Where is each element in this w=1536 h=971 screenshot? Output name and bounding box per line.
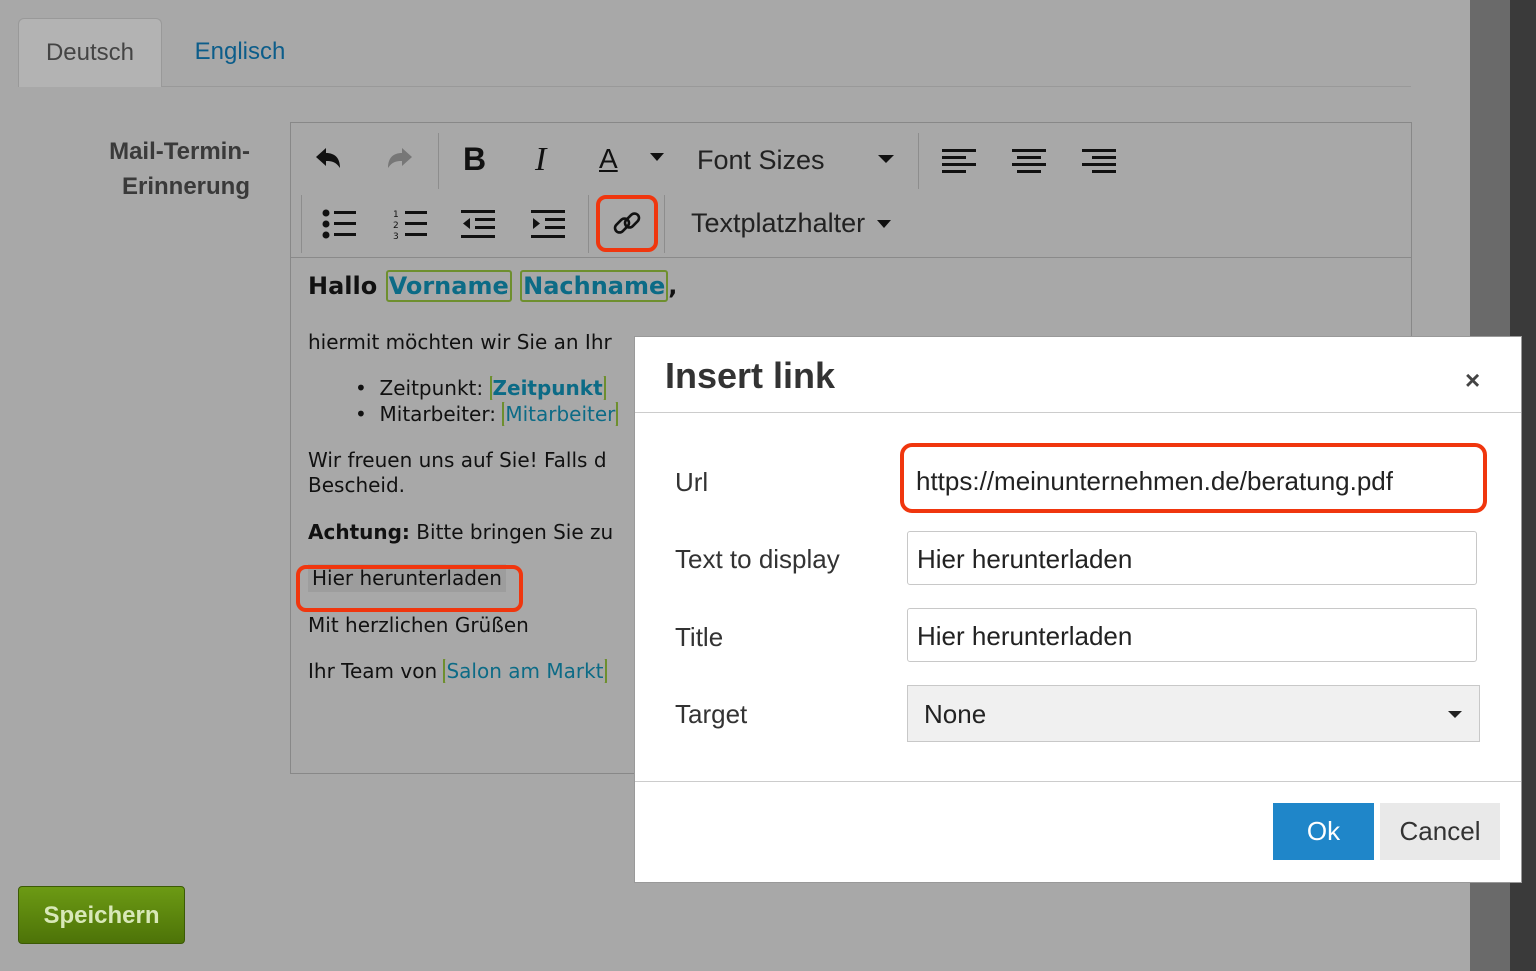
- bullet-list-icon[interactable]: [322, 209, 356, 239]
- chevron-down-icon[interactable]: [877, 153, 895, 165]
- save-button[interactable]: Speichern: [18, 886, 185, 944]
- placeholder-zeitpunkt[interactable]: Zeitpunkt: [489, 376, 606, 400]
- warning-label: Achtung:: [308, 520, 410, 544]
- greeting-comma: ,: [668, 272, 678, 300]
- text-color-button[interactable]: A: [599, 143, 618, 175]
- list-item: • Mitarbeiter: Mitarbeiter: [355, 402, 635, 426]
- url-label: Url: [675, 467, 709, 497]
- tab-deutsch[interactable]: Deutsch: [18, 18, 162, 87]
- warning-text: Bitte bringen Sie zu: [416, 520, 614, 544]
- italic-button[interactable]: I: [535, 141, 546, 179]
- chevron-down-icon[interactable]: [649, 151, 665, 163]
- align-left-icon[interactable]: [942, 147, 976, 175]
- field-label-line2: Erinnerung: [121, 173, 250, 200]
- placeholder-salon[interactable]: Salon am Markt: [443, 659, 607, 683]
- warning-line: Achtung: Bitte bringen Sie zu: [308, 520, 633, 544]
- align-center-icon[interactable]: [1012, 147, 1046, 175]
- insert-link-dialog: Insert link × Url https://meinunternehme…: [634, 336, 1522, 883]
- bold-button[interactable]: B: [463, 141, 486, 178]
- placeholder-menu[interactable]: Textplatzhalter: [691, 208, 865, 239]
- ok-button[interactable]: Ok: [1273, 803, 1374, 860]
- dialog-header: Insert link ×: [635, 337, 1521, 413]
- chevron-down-icon: [1447, 686, 1463, 763]
- bullet-label: Mitarbeiter:: [379, 402, 496, 426]
- intro-text: hiermit möchten wir Sie an Ihr: [308, 330, 612, 354]
- title-field[interactable]: Hier herunterladen: [907, 608, 1477, 662]
- toolbar-separator: [438, 133, 439, 189]
- outdent-icon[interactable]: [461, 209, 495, 239]
- dialog-title: Insert link: [665, 355, 836, 396]
- toolbar-separator: [664, 195, 665, 253]
- bullet-icon: •: [355, 402, 367, 426]
- bullet-icon: •: [355, 376, 367, 400]
- field-label: Mail-Termin- Erinnerung: [60, 134, 250, 204]
- close-icon[interactable]: ×: [1465, 365, 1480, 396]
- toolbar-separator: [918, 133, 919, 189]
- tab-englisch[interactable]: Englisch: [170, 18, 310, 86]
- greeting-text: Hallo: [308, 272, 378, 300]
- toolbar-separator: [301, 195, 302, 253]
- closing-text: Mit herzlichen Grüßen: [308, 613, 529, 637]
- language-tabs: Deutsch Englisch: [18, 18, 1411, 87]
- font-sizes-label[interactable]: Font Sizes: [697, 145, 825, 176]
- toolbar-separator: [588, 195, 589, 253]
- target-value: None: [924, 699, 987, 729]
- text-to-display-label: Text to display: [675, 544, 840, 574]
- target-label: Target: [675, 699, 748, 729]
- redo-icon[interactable]: [385, 145, 415, 175]
- highlight-box: [296, 565, 523, 612]
- team-prefix: Ihr Team von: [308, 659, 438, 683]
- paragraph-line: Bescheid.: [308, 473, 406, 497]
- undo-icon[interactable]: [313, 145, 343, 175]
- placeholder-first-name[interactable]: Vorname: [385, 270, 512, 302]
- highlight-box: [596, 195, 658, 252]
- paragraph-line: Wir freuen uns auf Sie! Falls d: [308, 448, 607, 472]
- editor-toolbar: B I A Font Sizes 123 Textplatzhalter: [291, 123, 1411, 258]
- svg-text:1: 1: [393, 210, 399, 220]
- bullet-label: Zeitpunkt:: [379, 376, 484, 400]
- chevron-down-icon[interactable]: [876, 218, 892, 230]
- numbered-list-icon[interactable]: 123: [393, 209, 427, 239]
- text-to-display-field[interactable]: Hier herunterladen: [907, 531, 1477, 585]
- svg-text:2: 2: [393, 221, 399, 231]
- field-label-line1: Mail-Termin-: [109, 138, 250, 165]
- greeting-line: Hallo Vorname Nachname,: [308, 270, 678, 302]
- placeholder-last-name[interactable]: Nachname: [520, 270, 669, 302]
- team-line: Ihr Team von Salon am Markt: [308, 659, 633, 683]
- title-label: Title: [675, 622, 724, 652]
- indent-icon[interactable]: [531, 209, 565, 239]
- target-select[interactable]: None: [907, 685, 1480, 742]
- svg-text:3: 3: [393, 232, 399, 239]
- highlight-box: [900, 443, 1487, 513]
- list-item: • Zeitpunkt: Zeitpunkt: [355, 376, 635, 400]
- placeholder-mitarbeiter[interactable]: Mitarbeiter: [502, 402, 619, 426]
- align-right-icon[interactable]: [1082, 147, 1116, 175]
- dialog-divider: [635, 781, 1521, 782]
- cancel-button[interactable]: Cancel: [1380, 803, 1500, 860]
